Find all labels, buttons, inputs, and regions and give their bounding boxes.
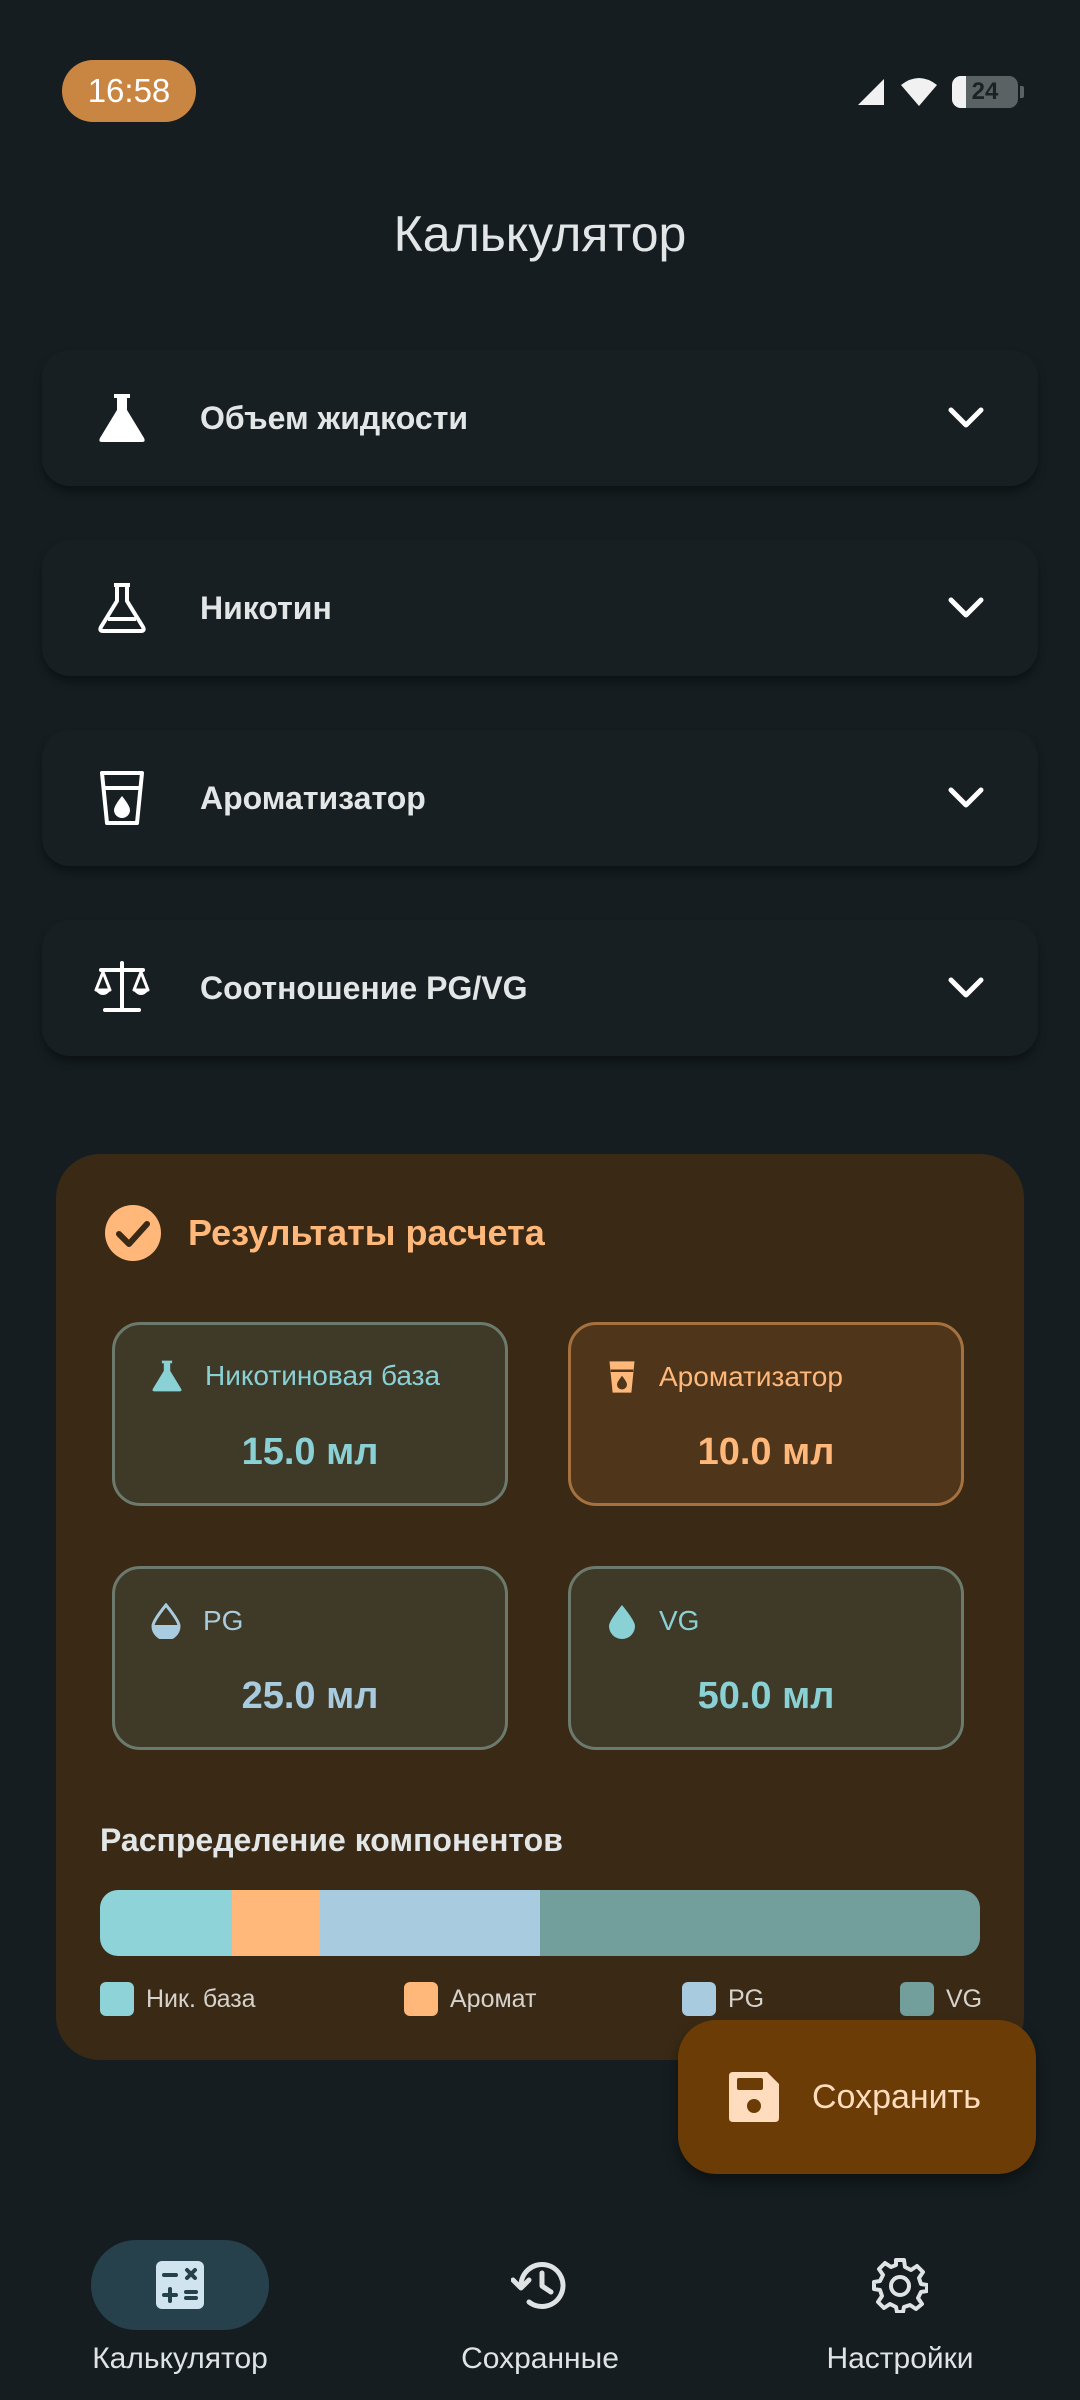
- cup-drop-icon: [609, 1361, 635, 1393]
- page-title: Калькулятор: [393, 206, 687, 262]
- section-nicotine[interactable]: Никотин: [42, 540, 1038, 676]
- result-card-flavor: Ароматизатор 10.0 мл: [568, 1322, 964, 1506]
- results-panel: Результаты расчета Никотиновая база 15.0…: [56, 1154, 1024, 2060]
- distribution-segment: [232, 1890, 320, 1956]
- legend-item-nic-base: Ник. база: [100, 1982, 256, 2016]
- flask-outline-icon: [92, 578, 152, 638]
- legend-label: VG: [946, 1984, 983, 2013]
- distribution-segment: [320, 1890, 540, 1956]
- legend-label: Аромат: [450, 1984, 537, 2013]
- section-label: Соотношение PG/VG: [200, 969, 528, 1006]
- nav-item-settings[interactable]: Настройки: [780, 2240, 1020, 2376]
- legend-swatch: [900, 1982, 934, 2016]
- legend-swatch: [682, 1982, 716, 2016]
- result-card-vg: VG 50.0 мл: [568, 1566, 964, 1750]
- nav-label: Сохранные: [461, 2342, 619, 2375]
- legend-swatch: [100, 1982, 134, 2016]
- wifi-icon: [901, 78, 937, 106]
- distribution-bar: [100, 1890, 980, 1956]
- flask-filled-icon: [152, 1360, 182, 1392]
- save-icon: [724, 2067, 784, 2127]
- card-value: 25.0 мл: [241, 1675, 379, 1717]
- nav-icon-wrapper: [811, 2240, 989, 2330]
- status-icons: 24: [856, 72, 1024, 112]
- gear-icon: [872, 2258, 928, 2313]
- card-label: PG: [203, 1605, 244, 1636]
- save-button[interactable]: Сохранить: [678, 2020, 1036, 2174]
- card-label: Никотиновая база: [205, 1360, 441, 1391]
- signal-icon: [858, 79, 884, 105]
- nav-active-indicator: [91, 2240, 269, 2330]
- nav-label: Калькулятор: [92, 2342, 268, 2375]
- card-label: VG: [659, 1605, 700, 1636]
- scale-icon: [92, 958, 152, 1018]
- card-value: 50.0 мл: [697, 1675, 835, 1717]
- distribution-segment: [100, 1890, 232, 1956]
- legend-swatch: [404, 1982, 438, 2016]
- chevron-down-icon: [942, 394, 990, 442]
- battery-icon: 24: [952, 76, 1024, 108]
- section-label: Ароматизатор: [200, 779, 426, 816]
- water-drop-half-icon: [151, 1603, 181, 1639]
- section-flavor[interactable]: Ароматизатор: [42, 730, 1038, 866]
- legend-item-aroma: Аромат: [404, 1982, 536, 2016]
- result-card-pg: PG 25.0 мл: [112, 1566, 508, 1750]
- legend-item-vg: VG: [900, 1982, 982, 2016]
- section-pg-vg-ratio[interactable]: Соотношение PG/VG: [42, 920, 1038, 1056]
- legend-item-pg: PG: [682, 1982, 764, 2016]
- distribution-segment: [540, 1890, 980, 1956]
- nav-icon-wrapper: [451, 2240, 629, 2330]
- section-label: Объем жидкости: [200, 399, 469, 436]
- legend-label: Ник. база: [146, 1984, 256, 2013]
- section-liquid-volume[interactable]: Объем жидкости: [42, 350, 1038, 486]
- card-label: Ароматизатор: [659, 1361, 843, 1392]
- distribution-legend: Ник. база Аромат PG VG: [100, 1982, 982, 2016]
- chevron-down-icon: [942, 584, 990, 632]
- nav-label: Настройки: [826, 2342, 974, 2375]
- flask-filled-icon: [92, 388, 152, 448]
- status-time: 16:58: [62, 60, 196, 122]
- distribution-title: Распределение компонентов: [100, 1822, 563, 1858]
- history-icon: [511, 2262, 566, 2309]
- chevron-down-icon: [942, 774, 990, 822]
- section-label: Никотин: [200, 589, 332, 626]
- legend-label: PG: [728, 1984, 765, 2013]
- chevron-down-icon: [942, 964, 990, 1012]
- cup-drop-icon: [92, 768, 152, 828]
- results-title: Результаты расчета: [188, 1212, 545, 1253]
- water-drop-icon: [609, 1605, 635, 1639]
- bottom-navigation: Калькулятор Сохранные Настройки: [0, 2200, 1080, 2400]
- card-value: 10.0 мл: [697, 1431, 835, 1473]
- save-button-label: Сохранить: [812, 2077, 981, 2116]
- check-circle-icon: [105, 1205, 161, 1261]
- results-header: Результаты расчета: [104, 1204, 545, 1262]
- nav-item-saved[interactable]: Сохранные: [420, 2240, 660, 2376]
- battery-level: 24: [971, 78, 999, 105]
- result-card-nicotine-base: Никотиновая база 15.0 мл: [112, 1322, 508, 1506]
- card-value: 15.0 мл: [241, 1431, 379, 1473]
- calculator-icon: [156, 2261, 204, 2309]
- nav-item-calculator[interactable]: Калькулятор: [60, 2240, 300, 2376]
